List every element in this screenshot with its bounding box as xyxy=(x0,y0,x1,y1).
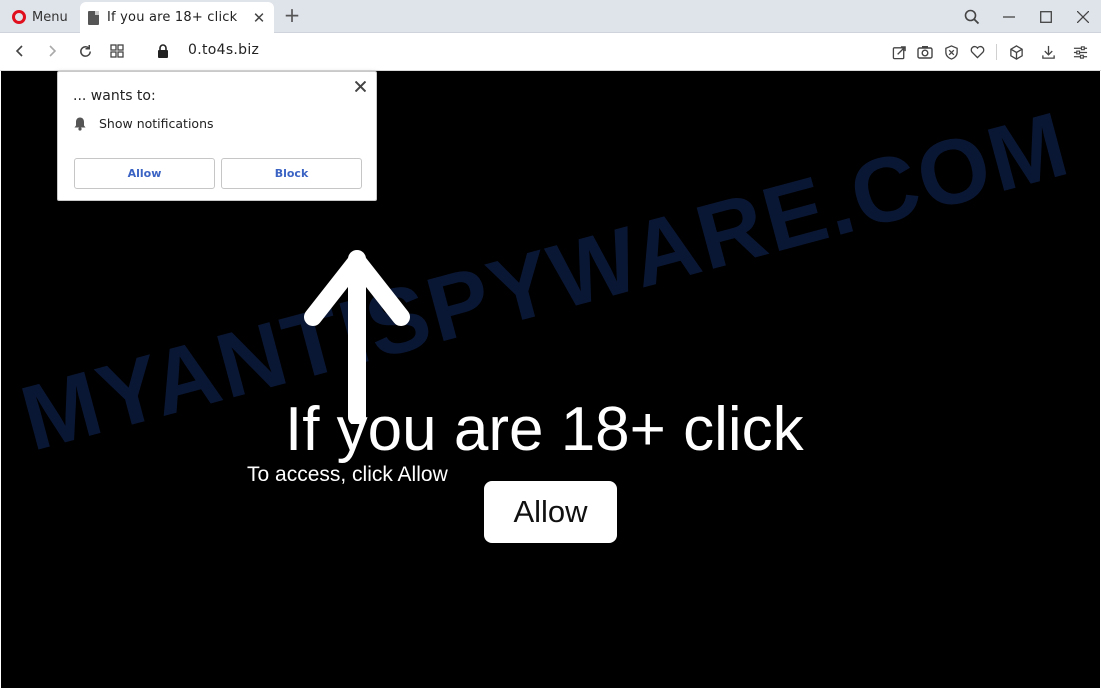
reload-icon xyxy=(79,44,91,57)
window-controls xyxy=(953,0,1101,33)
document-icon xyxy=(88,10,99,25)
snapshot-button[interactable] xyxy=(914,41,936,63)
back-button[interactable] xyxy=(8,39,32,63)
tab-title: If you are 18+ click xyxy=(107,10,238,25)
address-bar: 0.to4s.biz xyxy=(0,33,1101,71)
share-icon xyxy=(892,45,906,59)
maximize-button[interactable] xyxy=(1027,0,1064,33)
notification-permission-prompt: ... wants to: Show notifications Allow B… xyxy=(57,71,377,201)
forward-arrow-icon xyxy=(49,45,57,57)
permission-label: Show notifications xyxy=(99,116,214,131)
page-headline: If you are 18+ click xyxy=(285,395,804,464)
toolbar-divider xyxy=(996,44,997,60)
tab-close-icon[interactable]: ✕ xyxy=(252,9,266,27)
prompt-allow-button[interactable]: Allow xyxy=(74,158,215,189)
search-icon xyxy=(964,9,979,24)
minimize-button[interactable] xyxy=(990,0,1027,33)
opera-logo-icon xyxy=(12,10,26,24)
url-field[interactable]: 0.to4s.biz xyxy=(188,42,259,58)
download-icon xyxy=(1041,45,1055,59)
tab-active[interactable]: If you are 18+ click ✕ xyxy=(80,2,274,33)
lock-icon xyxy=(158,44,168,58)
reload-button[interactable] xyxy=(73,39,97,63)
shield-x-icon xyxy=(944,44,958,60)
toolbar-icons xyxy=(888,40,1091,64)
menu-label: Menu xyxy=(32,9,68,25)
camera-icon xyxy=(917,46,933,59)
heart-icon xyxy=(970,45,984,59)
close-window-button[interactable] xyxy=(1064,0,1101,33)
close-icon xyxy=(354,80,366,92)
prompt-close-button[interactable] xyxy=(352,78,368,94)
forward-button[interactable] xyxy=(40,39,64,63)
close-icon xyxy=(1076,10,1089,23)
prompt-block-button[interactable]: Block xyxy=(221,158,362,189)
page-allow-button[interactable]: Allow xyxy=(484,481,617,543)
permission-row: Show notifications xyxy=(73,116,214,131)
adblock-button[interactable] xyxy=(940,41,962,63)
site-info-button[interactable] xyxy=(151,39,175,63)
cube-icon xyxy=(1009,44,1023,60)
new-tab-button[interactable]: + xyxy=(281,3,303,27)
maximize-icon xyxy=(1039,10,1052,23)
page-subtext: To access, click Allow xyxy=(247,463,448,486)
downloads-button[interactable] xyxy=(1037,41,1059,63)
easy-setup-button[interactable] xyxy=(1069,41,1091,63)
search-tabs-button[interactable] xyxy=(953,0,990,33)
prompt-title: ... wants to: xyxy=(73,88,156,104)
bell-icon xyxy=(74,117,86,131)
tab-strip: Menu If you are 18+ click ✕ + xyxy=(0,0,1101,33)
settings-sliders-icon xyxy=(1073,45,1087,59)
bookmark-button[interactable] xyxy=(966,41,988,63)
opera-menu-button[interactable]: Menu xyxy=(6,5,74,29)
minimize-icon xyxy=(1002,15,1015,18)
share-button[interactable] xyxy=(888,41,910,63)
extensions-button[interactable] xyxy=(1005,41,1027,63)
back-arrow-icon xyxy=(15,45,23,57)
speed-dial-button[interactable] xyxy=(105,39,129,63)
grid-icon xyxy=(110,44,124,58)
